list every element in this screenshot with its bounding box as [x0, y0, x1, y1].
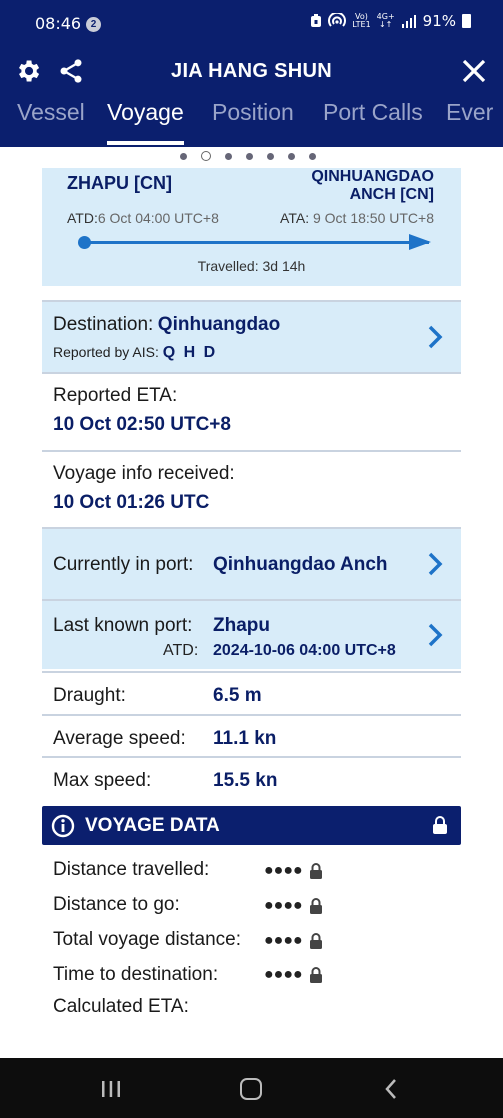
- draught-row: Draught: 6.5 m: [42, 671, 461, 715]
- voyage-data-header[interactable]: VOYAGE DATA: [42, 806, 461, 845]
- reported-eta-row: Reported ETA: 10 Oct 02:50 UTC+8: [42, 372, 461, 452]
- last-port-atd-label: ATD:: [163, 642, 199, 659]
- system-nav-bar: [0, 1058, 503, 1118]
- current-port-row[interactable]: Currently in port: Qinhuangdao Anch: [42, 527, 461, 599]
- page-dot: [180, 152, 187, 160]
- reported-eta-label: Reported ETA:: [53, 385, 178, 406]
- destination-value: Qinhuangdao: [157, 314, 281, 335]
- voyage-data-title: VOYAGE DATA: [85, 815, 220, 836]
- departure-port: ZHAPU [CN]: [67, 173, 172, 193]
- current-port-value: Qinhuangdao Anch: [213, 554, 388, 575]
- lock-icon: [309, 898, 322, 914]
- app-header: JIA HANG SHUN Vessel Voyage Position Por…: [0, 44, 503, 147]
- current-port-label: Currently in port:: [53, 554, 194, 575]
- chevron-right-icon: [428, 325, 443, 349]
- draught-label: Draught:: [53, 685, 126, 706]
- ais-label: Reported by AIS:: [53, 344, 159, 360]
- route-start-dot: [78, 236, 91, 249]
- last-port-row[interactable]: Last known port: Zhapu ATD: 2024-10-06 0…: [42, 599, 461, 669]
- distance-to-go-label: Distance to go:: [53, 894, 180, 915]
- total-voyage-distance-label: Total voyage distance:: [53, 929, 242, 950]
- distance-travelled-label: Distance travelled:: [53, 859, 210, 880]
- last-port-value: Zhapu: [213, 615, 270, 636]
- last-port-atd-value: 2024-10-06 04:00 UTC+8: [213, 642, 396, 659]
- notification-count-badge: 2: [86, 17, 101, 32]
- route-arrow-icon: [409, 234, 431, 250]
- voyage-info-row: Voyage info received: 10 Oct 01:26 UTC: [42, 450, 461, 528]
- page-indicator: [180, 151, 316, 161]
- time-to-destination-label: Time to destination:: [53, 964, 219, 985]
- chevron-right-icon: [428, 552, 443, 576]
- ais-value: Q H D: [162, 344, 218, 361]
- battery-icon: [462, 14, 471, 28]
- tab-position[interactable]: Position: [212, 99, 294, 126]
- atd-text: ATD:6 Oct 04:00 UTC+8: [67, 210, 219, 226]
- tab-vessel[interactable]: Vessel: [17, 99, 85, 126]
- signal-icon: [401, 15, 416, 28]
- hotspot-icon: [328, 13, 347, 27]
- calculated-eta-label: Calculated ETA:: [53, 996, 189, 1017]
- page-dot: [288, 152, 295, 160]
- distance-to-go-masked[interactable]: ●●●●: [264, 897, 323, 915]
- status-bar: 08:46 2 Vo) LTE1 4G+ ↓↑ 91%: [0, 0, 503, 44]
- page-dot: [225, 152, 232, 160]
- volte-indicator: Vo) LTE1: [352, 12, 371, 29]
- draught-value: 6.5 m: [213, 685, 262, 706]
- tab-port-calls[interactable]: Port Calls: [323, 99, 423, 126]
- page-dot: [267, 152, 274, 160]
- route-progress-line: [84, 241, 429, 244]
- average-speed-label: Average speed:: [53, 728, 186, 749]
- destination-row[interactable]: Destination: Qinhuangdao Reported by AIS…: [42, 300, 461, 372]
- lock-icon: [309, 933, 322, 949]
- voyage-info-value: 10 Oct 01:26 UTC: [53, 492, 210, 513]
- chevron-right-icon: [428, 623, 443, 647]
- last-port-label: Last known port:: [53, 615, 193, 636]
- save-mode-icon: [311, 14, 322, 27]
- network-indicator: 4G+ ↓↑: [376, 12, 395, 29]
- close-icon[interactable]: [459, 56, 489, 86]
- lock-icon: [309, 863, 322, 879]
- destination-label: Destination:: [53, 314, 154, 335]
- recent-apps-icon[interactable]: [100, 1080, 122, 1098]
- tab-events[interactable]: Ever: [446, 99, 493, 126]
- total-voyage-distance-masked[interactable]: ●●●●: [264, 932, 323, 950]
- travelled-duration: Travelled: 3d 14h: [197, 258, 306, 274]
- back-icon[interactable]: [384, 1078, 398, 1100]
- average-speed-value: 11.1 kn: [213, 728, 277, 749]
- max-speed-label: Max speed:: [53, 770, 152, 791]
- route-card: ZHAPU [CN] QINHUANGDAO ANCH [CN] ATD:6 O…: [42, 168, 461, 286]
- reported-eta-value: 10 Oct 02:50 UTC+8: [53, 414, 231, 435]
- lock-icon: [309, 967, 322, 983]
- vessel-title: JIA HANG SHUN: [171, 60, 332, 82]
- max-speed-row: Max speed: 15.5 kn: [42, 756, 461, 802]
- ata-text: ATA: 9 Oct 18:50 UTC+8: [280, 210, 434, 226]
- page-dot: [246, 152, 253, 160]
- tab-voyage[interactable]: Voyage: [107, 99, 184, 145]
- distance-travelled-masked[interactable]: ●●●●: [264, 862, 323, 880]
- page-dot-active: [201, 151, 211, 161]
- status-icons: Vo) LTE1 4G+ ↓↑ 91%: [310, 12, 471, 30]
- max-speed-value: 15.5 kn: [213, 770, 278, 791]
- average-speed-row: Average speed: 11.1 kn: [42, 714, 461, 758]
- status-time: 08:46: [35, 14, 82, 33]
- time-to-destination-masked[interactable]: ●●●●: [264, 966, 323, 984]
- page-dot: [309, 152, 316, 160]
- arrival-port: QINHUANGDAO ANCH [CN]: [311, 168, 434, 203]
- lock-icon: [433, 816, 447, 834]
- battery-percent: 91%: [422, 12, 456, 30]
- voyage-info-label: Voyage info received:: [53, 463, 235, 484]
- tab-bar: Vessel Voyage Position Port Calls Ever: [0, 99, 503, 147]
- info-icon: [51, 814, 75, 838]
- home-icon[interactable]: [240, 1078, 262, 1100]
